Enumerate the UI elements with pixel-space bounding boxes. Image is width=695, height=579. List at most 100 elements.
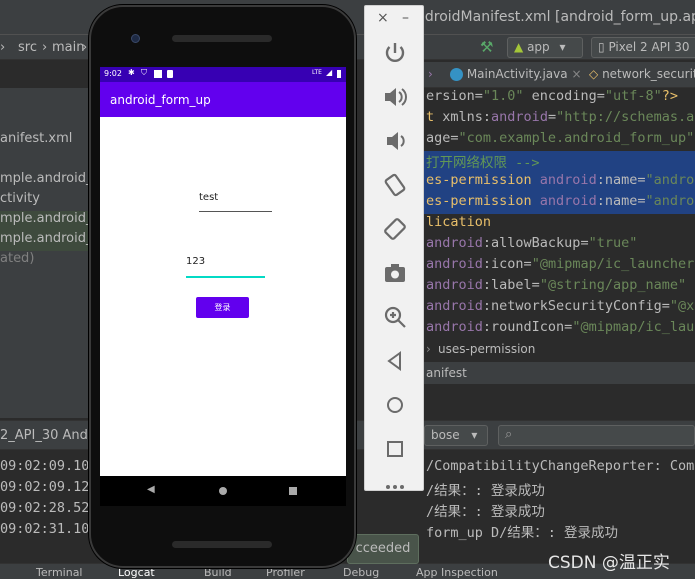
java-class-icon — [450, 68, 463, 81]
code-token: 打开网络权限 --> — [426, 155, 540, 171]
home-icon[interactable] — [219, 487, 227, 495]
code-editor[interactable]: ersion="1.0" encoding="utf-8"?> t xmlns:a… — [424, 88, 695, 348]
manifest-tabs: anifest — [424, 362, 695, 384]
code-token: lication — [426, 214, 492, 230]
code-line[interactable]: 打开网络权限 --> — [424, 151, 695, 172]
code-line[interactable]: android:roundIcon="@mipmap/ic_laun — [424, 319, 695, 340]
tab-network-security[interactable]: ◇ network_security — [589, 67, 695, 81]
more-icon[interactable] — [382, 480, 408, 494]
logcat-search-input[interactable]: ⌕ — [498, 425, 695, 446]
app-toolbar: android_form_up — [100, 82, 346, 117]
chevron-right-icon: › — [426, 342, 431, 356]
code-token: t — [426, 109, 443, 125]
log-level-select[interactable]: bose ▾ — [424, 425, 488, 446]
code-token: "androi — [645, 193, 695, 209]
back-icon[interactable] — [382, 348, 408, 374]
volume-up-icon[interactable] — [382, 84, 408, 110]
app-title: android_form_up — [110, 93, 211, 107]
notification-icon — [154, 70, 162, 78]
xml-breadcrumb[interactable]: › uses-permission — [424, 340, 695, 360]
project-item[interactable]: mple.android_fo — [0, 211, 105, 231]
tab-app-inspection[interactable]: App Inspection — [416, 566, 498, 579]
run-config-select[interactable]: ▲ app ▾ — [507, 37, 583, 58]
code-token: ersion= — [426, 88, 483, 104]
code-token: android — [426, 256, 483, 272]
code-token: "http://schemas.an — [556, 109, 695, 125]
code-token: "com.example.android_form_up" — [458, 130, 695, 146]
code-token: "true" — [588, 235, 638, 251]
password-input[interactable]: 123 — [186, 256, 265, 278]
log-message: /结果：: 登录成功 — [426, 504, 545, 520]
code-line[interactable]: t xmlns:android="http://schemas.an — [424, 109, 695, 130]
chevron-right-icon: › — [42, 40, 48, 55]
overview-icon[interactable] — [382, 436, 408, 462]
back-icon[interactable]: ◀ — [147, 484, 155, 495]
android-status-bar: 9:02 ✱ ⛉ LTE ◢ — [100, 67, 346, 82]
code-token: ?> — [661, 88, 678, 104]
code-token: :name= — [596, 193, 646, 209]
phone-icon: ▯ — [598, 40, 605, 54]
chevron-right-icon: › — [428, 67, 433, 81]
code-line[interactable]: age="com.example.android_form_up" — [424, 130, 695, 151]
project-item[interactable]: ctivity — [0, 191, 40, 211]
project-item[interactable]: anifest.xml — [0, 131, 72, 151]
log-time: 09:02:09.104 — [0, 458, 98, 474]
status-time: 9:02 — [104, 69, 122, 78]
code-line[interactable]: es-permission android:name="androi — [424, 172, 695, 193]
logcat-device[interactable]: 2_API_30 Andr — [0, 428, 93, 443]
code-token: "1.0" — [482, 88, 524, 104]
device-screen[interactable]: 9:02 ✱ ⛉ LTE ◢ android_form_up test 123 … — [100, 67, 346, 476]
home-icon[interactable] — [382, 392, 408, 418]
project-item[interactable]: ated) — [0, 251, 34, 271]
code-token: android — [426, 235, 483, 251]
battery-icon — [337, 70, 341, 78]
code-token: :allowBackup= — [482, 235, 589, 251]
project-item[interactable]: mple.android_fo — [0, 231, 105, 251]
android-nav-bar: ◀ — [100, 476, 346, 506]
code-line[interactable]: android:label="@string/app_name" — [424, 277, 695, 298]
editor-tabs: › MainActivity.java × ◇ network_security — [424, 62, 695, 88]
volume-down-icon[interactable] — [382, 128, 408, 154]
zoom-icon[interactable] — [382, 304, 408, 330]
camera-icon — [131, 34, 140, 43]
breadcrumb-main[interactable]: main — [52, 40, 84, 55]
username-input[interactable]: test — [199, 192, 272, 212]
chevron-right-icon: › — [0, 40, 6, 55]
login-button[interactable]: 登录 — [196, 297, 249, 318]
code-line[interactable]: android:icon="@mipmap/ic_launcher" — [424, 256, 695, 277]
log-time: 09:02:28.523 — [0, 500, 98, 516]
rotate-right-icon[interactable] — [382, 216, 408, 242]
tab-manifest-text[interactable]: anifest — [426, 366, 467, 380]
code-line[interactable]: android:networkSecurityConfig="@xm — [424, 298, 695, 319]
code-line[interactable]: es-permission android:name="androi — [424, 193, 695, 214]
chevron-down-icon: ▾ — [559, 40, 566, 54]
tab-terminal[interactable]: Terminal — [36, 566, 83, 579]
rotate-left-icon[interactable] — [382, 172, 408, 198]
overview-icon[interactable] — [289, 487, 297, 495]
close-icon[interactable]: × — [571, 67, 581, 81]
code-token: age= — [426, 130, 459, 146]
power-icon[interactable] — [382, 40, 408, 66]
code-line[interactable]: android:allowBackup="true" — [424, 235, 695, 256]
log-message: form_up D/结果：: 登录成功 — [426, 525, 619, 541]
speaker-grille — [172, 541, 272, 548]
code-line[interactable]: lication — [424, 214, 695, 235]
log-message: /结果：: 登录成功 — [426, 483, 545, 499]
code-line[interactable]: ersion="1.0" encoding="utf-8"?> — [424, 88, 695, 109]
speaker-grille — [172, 35, 272, 42]
tab-debug[interactable]: Debug — [343, 566, 379, 579]
code-token: android — [539, 193, 597, 209]
xml-file-icon: ◇ — [589, 67, 599, 81]
chevron-right-icon: › — [82, 40, 88, 55]
code-token: android — [539, 172, 597, 188]
log-time: 09:02:09.123 — [0, 479, 98, 495]
breadcrumb-src[interactable]: src — [18, 40, 37, 55]
close-icon[interactable]: × — [377, 10, 389, 26]
build-hammer-icon[interactable]: ⚒ — [480, 38, 500, 56]
device-select[interactable]: ▯ Pixel 2 API 30 — [591, 37, 695, 58]
tab-main-activity[interactable]: MainActivity.java × — [450, 67, 582, 81]
code-token: android — [426, 277, 483, 293]
network-type: LTE — [312, 69, 322, 76]
minimize-icon[interactable]: – — [402, 10, 409, 26]
camera-icon[interactable] — [382, 260, 408, 286]
